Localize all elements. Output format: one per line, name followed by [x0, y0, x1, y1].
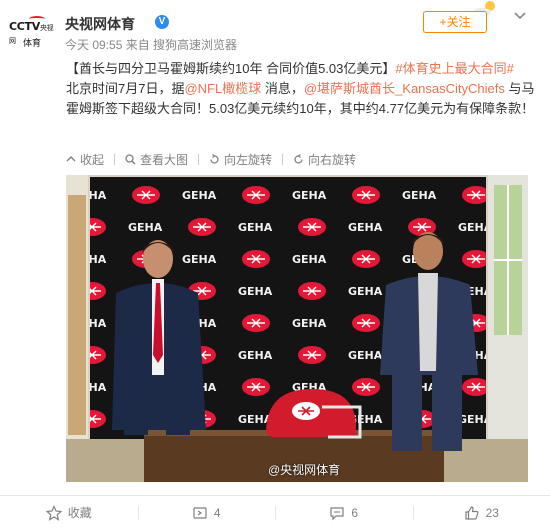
weibo-post-card: CCTV央视网 体育 央视网体育 V 今天 09:55 来自 搜狗高速浏览器 +…: [0, 0, 550, 529]
rotate-left-icon: [210, 153, 219, 164]
follow-button[interactable]: +关注: [423, 11, 487, 33]
view-large-button[interactable]: 查看大图: [125, 151, 188, 168]
chevron-down-icon[interactable]: [512, 8, 528, 24]
favorite-button[interactable]: 收藏: [0, 496, 138, 529]
divider: [114, 153, 116, 165]
repost-button[interactable]: 4: [137, 496, 276, 529]
rotate-right-icon: [294, 153, 303, 164]
star-icon: [45, 504, 62, 521]
post-meta: 今天 09:55 来自 搜狗高速浏览器: [65, 38, 238, 52]
avatar[interactable]: CCTV央视网 体育: [9, 14, 59, 50]
mention-nfl[interactable]: @NFL橄榄球: [184, 81, 261, 96]
post-headline: 【酋长与四分卫马霍姆斯续约10年 合同价值5.03亿美元】: [66, 61, 396, 76]
magnifier-icon: [125, 153, 136, 164]
rotate-right-button[interactable]: 向右旋转: [293, 151, 356, 168]
post-photo[interactable]: GEHA GEHA: [66, 175, 528, 482]
avatar-sub: 体育: [23, 38, 42, 48]
comment-icon: [330, 506, 345, 520]
post-line-prefix: 北京时间7月7日，据: [66, 81, 185, 96]
divider: [198, 153, 200, 165]
repost-icon: [193, 506, 207, 519]
collapse-button[interactable]: 收起: [66, 151, 104, 168]
chevron-up-icon: [66, 156, 76, 162]
image-toolbar: 收起 查看大图 向左旋转 向右旋转: [66, 150, 366, 168]
mention-chiefs[interactable]: @堪萨斯城酋长_KansasCityChiefs: [304, 81, 505, 96]
photo-scene: GEHA GEHA: [66, 175, 528, 482]
post-text: 【酋长与四分卫马霍姆斯续约10年 合同价值5.03亿美元】#体育史上最大合同# …: [66, 59, 536, 119]
comment-button[interactable]: 6: [275, 496, 413, 529]
divider: [282, 153, 284, 165]
like-button[interactable]: 23: [412, 496, 550, 529]
hashtag-link[interactable]: #体育史上最大合同#: [395, 61, 513, 76]
post-line-mid: 消息，: [261, 81, 304, 96]
photo-watermark: @央视网体育: [268, 463, 341, 477]
verified-badge-icon: V: [155, 15, 169, 29]
author-name[interactable]: 央视网体育: [65, 14, 135, 34]
post-action-bar: 收藏 4 6 23: [0, 495, 550, 529]
thumbs-up-icon: [464, 505, 479, 520]
rotate-left-button[interactable]: 向左旋转: [209, 151, 272, 168]
